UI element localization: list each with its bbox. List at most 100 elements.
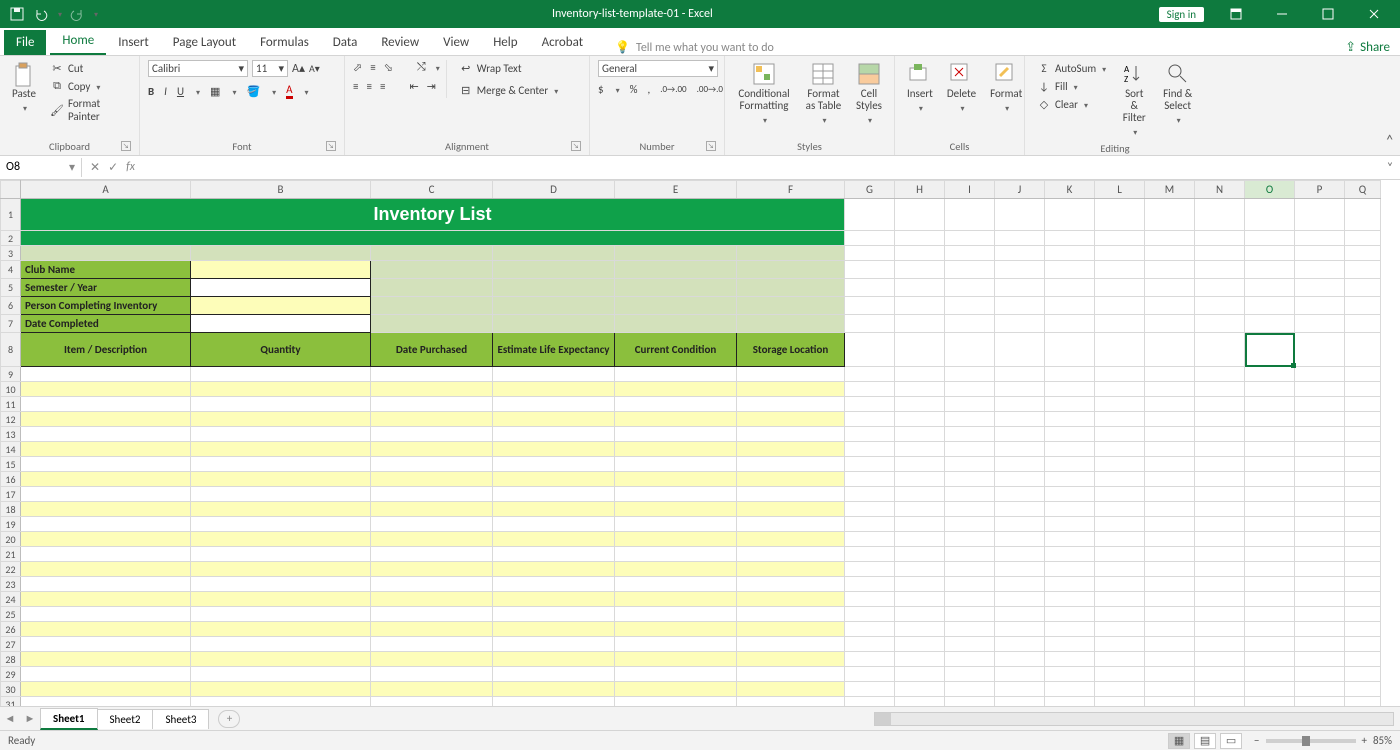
row-header-31[interactable]: 31	[1, 697, 21, 707]
cell-E22[interactable]	[615, 562, 737, 577]
cell-A19[interactable]	[21, 517, 191, 532]
ribbon-display-options-icon[interactable]	[1214, 0, 1258, 28]
cell-M11[interactable]	[1145, 397, 1195, 412]
cell-E20[interactable]	[615, 532, 737, 547]
column-header-A[interactable]: A	[21, 181, 191, 199]
cell-J7[interactable]	[995, 315, 1045, 333]
cell-I4[interactable]	[945, 261, 995, 279]
cell-P30[interactable]	[1295, 682, 1345, 697]
tab-insert[interactable]: Insert	[106, 30, 161, 55]
cell-N19[interactable]	[1195, 517, 1245, 532]
cell-P27[interactable]	[1295, 637, 1345, 652]
row-header-10[interactable]: 10	[1, 382, 21, 397]
cell-D11[interactable]	[493, 397, 615, 412]
cell-E21[interactable]	[615, 547, 737, 562]
cell-N10[interactable]	[1195, 382, 1245, 397]
cell-Q7[interactable]	[1345, 315, 1381, 333]
cell-N22[interactable]	[1195, 562, 1245, 577]
maximize-icon[interactable]	[1306, 0, 1350, 28]
cell-Q11[interactable]	[1345, 397, 1381, 412]
cell-L17[interactable]	[1095, 487, 1145, 502]
row-header-13[interactable]: 13	[1, 427, 21, 442]
cell-P29[interactable]	[1295, 667, 1345, 682]
cell-G21[interactable]	[845, 547, 895, 562]
cell-Q18[interactable]	[1345, 502, 1381, 517]
cell-P25[interactable]	[1295, 607, 1345, 622]
cell-D27[interactable]	[493, 637, 615, 652]
row-header-11[interactable]: 11	[1, 397, 21, 412]
cell-C12[interactable]	[371, 412, 493, 427]
column-header-D[interactable]: D	[493, 181, 615, 199]
cell-L1[interactable]	[1095, 199, 1145, 231]
cell-K26[interactable]	[1045, 622, 1095, 637]
cell-D17[interactable]	[493, 487, 615, 502]
cell-H23[interactable]	[895, 577, 945, 592]
cell-L5[interactable]	[1095, 279, 1145, 297]
cell-B14[interactable]	[191, 442, 371, 457]
cell-B31[interactable]	[191, 697, 371, 707]
cell-D29[interactable]	[493, 667, 615, 682]
cell-K12[interactable]	[1045, 412, 1095, 427]
cell-K16[interactable]	[1045, 472, 1095, 487]
cell-N1[interactable]	[1195, 199, 1245, 231]
cell-Q28[interactable]	[1345, 652, 1381, 667]
cell-H16[interactable]	[895, 472, 945, 487]
cell-N30[interactable]	[1195, 682, 1245, 697]
cell-D7[interactable]	[493, 315, 615, 333]
cell-H15[interactable]	[895, 457, 945, 472]
column-header-J[interactable]: J	[995, 181, 1045, 199]
cell-A15[interactable]	[21, 457, 191, 472]
cell-J12[interactable]	[995, 412, 1045, 427]
cell-J27[interactable]	[995, 637, 1045, 652]
cell-C26[interactable]	[371, 622, 493, 637]
cell-Q24[interactable]	[1345, 592, 1381, 607]
cell-J3[interactable]	[995, 246, 1045, 261]
cell-P5[interactable]	[1295, 279, 1345, 297]
expand-formula-bar-icon[interactable]: ˅	[1380, 161, 1400, 175]
row-header-24[interactable]: 24	[1, 592, 21, 607]
cell-A16[interactable]	[21, 472, 191, 487]
save-icon[interactable]	[8, 5, 26, 23]
column-header-E[interactable]: E	[615, 181, 737, 199]
cell-Q26[interactable]	[1345, 622, 1381, 637]
cell-M14[interactable]	[1145, 442, 1195, 457]
cell-M18[interactable]	[1145, 502, 1195, 517]
tab-data[interactable]: Data	[321, 30, 370, 55]
cell-Q14[interactable]	[1345, 442, 1381, 457]
cell-L21[interactable]	[1095, 547, 1145, 562]
paste-button[interactable]: Paste	[8, 60, 40, 116]
cell-Q23[interactable]	[1345, 577, 1381, 592]
cell-L3[interactable]	[1095, 246, 1145, 261]
cell-M12[interactable]	[1145, 412, 1195, 427]
cell-I26[interactable]	[945, 622, 995, 637]
cell-N6[interactable]	[1195, 297, 1245, 315]
cell-F12[interactable]	[737, 412, 845, 427]
cell-N31[interactable]	[1195, 697, 1245, 707]
cell-D5[interactable]	[493, 279, 615, 297]
cell-O11[interactable]	[1245, 397, 1295, 412]
alignment-dialog-launcher[interactable]: ↘	[571, 141, 581, 151]
cell-E7[interactable]	[615, 315, 737, 333]
cell-C29[interactable]	[371, 667, 493, 682]
row-header-28[interactable]: 28	[1, 652, 21, 667]
cell-J21[interactable]	[995, 547, 1045, 562]
cell-J19[interactable]	[995, 517, 1045, 532]
cell-M23[interactable]	[1145, 577, 1195, 592]
cell-N8[interactable]	[1195, 333, 1245, 367]
cell-F21[interactable]	[737, 547, 845, 562]
tab-review[interactable]: Review	[369, 30, 431, 55]
cell-D15[interactable]	[493, 457, 615, 472]
cell-J8[interactable]	[995, 333, 1045, 367]
format-as-table-button[interactable]: Format as Table	[801, 60, 846, 128]
number-format-select[interactable]: General▾	[598, 60, 718, 77]
cell-G2[interactable]	[845, 231, 895, 246]
cell-Q12[interactable]	[1345, 412, 1381, 427]
cell-J4[interactable]	[995, 261, 1045, 279]
cell-Q1[interactable]	[1345, 199, 1381, 231]
cell-J18[interactable]	[995, 502, 1045, 517]
cell-H13[interactable]	[895, 427, 945, 442]
cell-M19[interactable]	[1145, 517, 1195, 532]
close-icon[interactable]	[1352, 0, 1396, 28]
cell-B28[interactable]	[191, 652, 371, 667]
cell-J20[interactable]	[995, 532, 1045, 547]
